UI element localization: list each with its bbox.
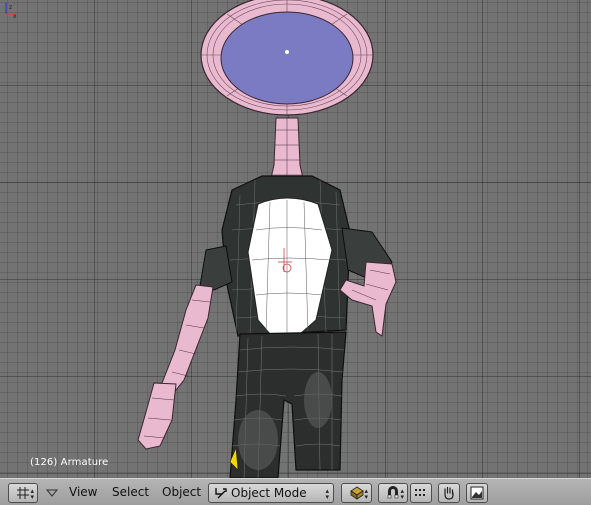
snap-dots-icon (415, 489, 425, 496)
axis-z-label: z (9, 4, 12, 11)
updown-arrows-icon: ▴ ▾ (400, 487, 404, 501)
snap-toggle-button[interactable]: ▴ ▾ (378, 483, 408, 503)
menu-select[interactable]: Select (112, 485, 149, 499)
updown-arrows-icon: ▴ ▾ (325, 487, 329, 501)
axis-x-label: x (13, 13, 17, 18)
render-button[interactable] (466, 483, 488, 503)
frame-object-status: (126) Armature (30, 457, 109, 468)
character-model (137, 0, 397, 478)
mode-select-label: Object Mode (231, 486, 307, 500)
draw-type-button[interactable]: ▴ ▾ (341, 483, 372, 503)
3d-viewport[interactable]: z x (126) Armature (0, 0, 591, 478)
updown-arrows-icon: ▴ ▾ (30, 487, 34, 501)
render-image-icon (470, 486, 484, 500)
collapse-arrow-icon[interactable] (46, 489, 58, 497)
snap-element-button[interactable] (410, 483, 432, 503)
grid-window-type-icon (17, 487, 29, 499)
mode-select[interactable]: Object Mode ▴ ▾ (208, 483, 334, 503)
draw-type-icon (349, 486, 364, 500)
menu-view[interactable]: View (69, 485, 97, 499)
object-mode-icon (215, 488, 227, 499)
updown-arrows-icon: ▴ ▾ (364, 487, 368, 501)
grab-button[interactable] (438, 483, 460, 503)
axis-orientation-icon: z x (5, 3, 17, 18)
magnet-snap-icon (387, 486, 399, 499)
window-type-button[interactable]: ▴ ▾ (8, 483, 38, 503)
menu-object[interactable]: Object (162, 485, 201, 499)
viewport-header: ▴ ▾ View Select Object Object Mode ▴ ▾ ▴ ▾ … (0, 478, 591, 505)
hand-grab-icon (444, 486, 454, 500)
